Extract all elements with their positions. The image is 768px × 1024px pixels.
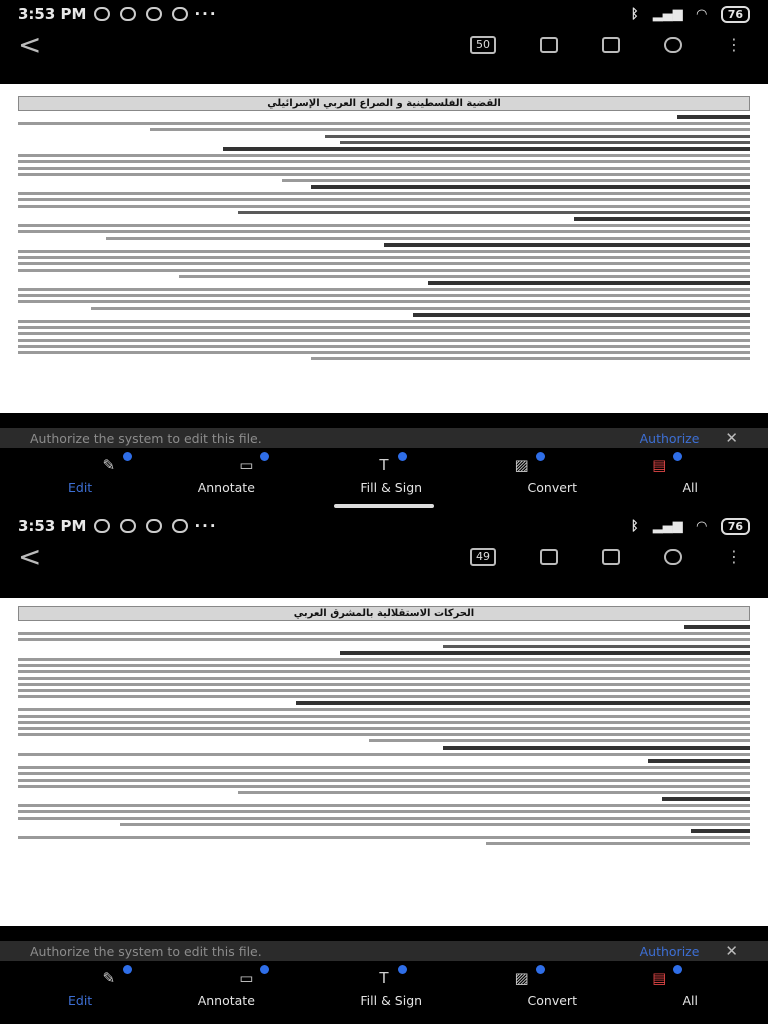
document-body bbox=[18, 115, 750, 361]
notification-icon bbox=[94, 519, 111, 533]
app-notification-icon bbox=[172, 7, 189, 21]
document-page-1: القضية الفلسطينية و الصراع العربي الإسرا… bbox=[0, 84, 768, 413]
close-icon[interactable]: ✕ bbox=[725, 942, 738, 960]
pdf-convert-icon[interactable]: ▤ bbox=[644, 452, 683, 474]
more-vertical-icon[interactable]: ⋮ bbox=[726, 37, 742, 53]
save-icon[interactable] bbox=[602, 37, 620, 53]
viewer-toolbar: < 50 ⋮ bbox=[0, 28, 768, 62]
view-mode-icon[interactable] bbox=[540, 37, 558, 53]
instagram-icon bbox=[146, 519, 163, 533]
share-icon[interactable] bbox=[664, 549, 682, 565]
tab-annotate[interactable]: Annotate bbox=[198, 480, 255, 495]
more-notifications: ··· bbox=[194, 5, 218, 23]
tab-fill-sign[interactable]: Fill & Sign bbox=[360, 993, 422, 1008]
back-arrow-icon[interactable]: < bbox=[18, 543, 58, 571]
edit-text-icon[interactable]: ✎ bbox=[94, 965, 132, 987]
more-notifications: ··· bbox=[194, 517, 218, 535]
view-mode-icon[interactable] bbox=[540, 549, 558, 565]
authorize-message: Authorize the system to edit this file. bbox=[30, 430, 262, 446]
page-counter[interactable]: 50 bbox=[470, 36, 496, 54]
authorize-bar: Authorize the system to edit this file. … bbox=[0, 941, 768, 961]
bluetooth-icon: ᛒ bbox=[630, 518, 639, 534]
text-cursor-icon[interactable]: T bbox=[369, 965, 407, 987]
tab-convert[interactable]: Convert bbox=[528, 480, 577, 495]
status-time: 3:53 PM bbox=[18, 5, 87, 23]
annotate-icon[interactable]: ▭ bbox=[231, 452, 270, 474]
authorize-bar: Authorize the system to edit this file. … bbox=[0, 428, 768, 448]
tab-fill-sign[interactable]: Fill & Sign bbox=[360, 480, 422, 495]
signal-icon: ▂▄▆ bbox=[652, 518, 683, 534]
notification-icon bbox=[94, 7, 111, 21]
document-body bbox=[18, 625, 750, 846]
instagram-icon bbox=[120, 7, 137, 21]
wifi-icon: ◠ bbox=[696, 6, 707, 22]
tab-annotate[interactable]: Annotate bbox=[198, 993, 255, 1008]
share-icon[interactable] bbox=[664, 37, 682, 53]
save-icon[interactable] bbox=[602, 549, 620, 565]
screenshot-top: 3:53 PM ··· ᛒ ▂▄▆ ◠ 76 < 50 ⋮ bbox=[0, 0, 768, 62]
authorize-button[interactable]: Authorize bbox=[640, 944, 700, 959]
document-title: القضية الفلسطينية و الصراع العربي الإسرا… bbox=[18, 96, 750, 111]
tab-bar: Edit Annotate Fill & Sign Convert All bbox=[0, 474, 768, 495]
bluetooth-icon: ᛒ bbox=[630, 6, 639, 22]
viewer-toolbar: < 49 ⋮ bbox=[0, 540, 768, 574]
close-icon[interactable]: ✕ bbox=[725, 429, 738, 447]
bottom-toolbar: ✎ ▭ T ▨ ▤ Edit Annotate Fill & Sign Conv… bbox=[0, 450, 768, 510]
authorize-message: Authorize the system to edit this file. bbox=[30, 943, 262, 959]
document-title: الحركات الاستقلالية بالمشرق العربي bbox=[18, 606, 750, 621]
app-notification-icon bbox=[172, 519, 189, 533]
wifi-icon: ◠ bbox=[696, 518, 707, 534]
status-time: 3:53 PM bbox=[18, 517, 87, 535]
authorize-button[interactable]: Authorize bbox=[640, 431, 700, 446]
edit-image-icon[interactable]: ▨ bbox=[507, 965, 545, 987]
battery-icon: 76 bbox=[720, 5, 750, 23]
tab-convert[interactable]: Convert bbox=[528, 993, 577, 1008]
signal-icon: ▂▄▆ bbox=[652, 6, 683, 22]
bottom-toolbar: ✎ ▭ T ▨ ▤ Edit Annotate Fill & Sign Conv… bbox=[0, 963, 768, 1023]
tab-all[interactable]: All bbox=[682, 993, 698, 1008]
tab-all[interactable]: All bbox=[682, 480, 698, 495]
annotate-icon[interactable]: ▭ bbox=[231, 965, 270, 987]
more-vertical-icon[interactable]: ⋮ bbox=[726, 549, 742, 565]
edit-image-icon[interactable]: ▨ bbox=[507, 452, 545, 474]
screenshot-bottom: 3:53 PM ··· ᛒ ▂▄▆ ◠ 76 < 49 ⋮ bbox=[0, 512, 768, 574]
tab-edit[interactable]: Edit bbox=[68, 993, 92, 1008]
page-counter[interactable]: 49 bbox=[470, 548, 496, 566]
text-cursor-icon[interactable]: T bbox=[369, 452, 407, 474]
instagram-icon bbox=[146, 7, 163, 21]
tab-bar: Edit Annotate Fill & Sign Convert All bbox=[0, 987, 768, 1008]
pdf-convert-icon[interactable]: ▤ bbox=[644, 965, 683, 987]
instagram-icon bbox=[120, 519, 137, 533]
status-bar: 3:53 PM ··· ᛒ ▂▄▆ ◠ 76 bbox=[0, 512, 768, 540]
edit-text-icon[interactable]: ✎ bbox=[94, 452, 132, 474]
battery-icon: 76 bbox=[720, 517, 750, 535]
tab-edit[interactable]: Edit bbox=[68, 480, 92, 495]
document-page-2: الحركات الاستقلالية بالمشرق العربي bbox=[0, 598, 768, 926]
back-arrow-icon[interactable]: < bbox=[18, 31, 58, 59]
home-indicator bbox=[334, 504, 434, 508]
status-bar: 3:53 PM ··· ᛒ ▂▄▆ ◠ 76 bbox=[0, 0, 768, 28]
